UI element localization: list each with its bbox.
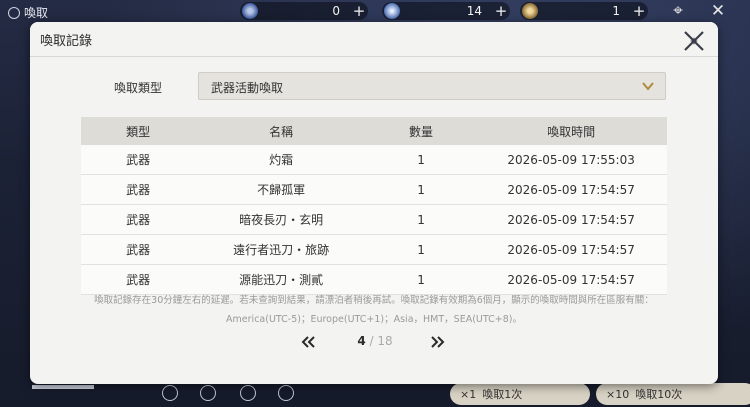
pagination: 4 / 18: [300, 332, 450, 352]
shop-icon[interactable]: [162, 385, 178, 401]
cell-time: 2026-05-09 17:55:03: [475, 145, 667, 175]
chevron-down-icon: [642, 82, 654, 91]
target-icon[interactable]: ⌖: [668, 1, 688, 21]
next-page-icon[interactable]: [430, 334, 446, 350]
resource-star[interactable]: 14 +: [382, 2, 510, 20]
total-pages: 18: [377, 334, 393, 348]
pull-type-select[interactable]: 武器活動喚取: [198, 72, 666, 100]
table-row: 武器 灼霜 1 2026-05-09 17:55:03: [81, 145, 667, 175]
history-icon[interactable]: [278, 385, 294, 401]
previous-page-icon[interactable]: [300, 334, 316, 350]
cell-time: 2026-05-09 17:54:57: [475, 234, 667, 265]
timezone-notice: America(UTC-5)；Europe(UTC+1)；Asia，HMT，SE…: [226, 314, 522, 325]
resource-feather[interactable]: 1 +: [520, 2, 648, 20]
cell-name: 不歸孤軍: [195, 174, 367, 205]
info-icon[interactable]: [240, 385, 256, 401]
feather-ticket-icon: [522, 3, 538, 19]
page-separator: /: [369, 334, 374, 348]
modal-title: 喚取記錄: [40, 34, 93, 49]
exit-icon[interactable]: ✕: [708, 1, 728, 21]
cell-time: 2026-05-09 17:54:57: [475, 174, 667, 205]
column-header-type: 類型: [81, 117, 196, 145]
details-icon[interactable]: [200, 385, 216, 401]
pull-ten-count: ×10: [606, 387, 630, 401]
table-row: 武器 源能迅刀・測貳 1 2026-05-09 17:54:57: [81, 264, 667, 295]
resource-orb[interactable]: 0 +: [240, 2, 368, 20]
history-modal: 喚取記錄 喚取類型 武器活動喚取 類型 名稱 數量 喚取時間 武器 灼霜 1 2…: [30, 22, 718, 384]
cell-name: 遠行者迅刀・旅跡: [195, 234, 367, 265]
delay-notice: 喚取記錄存在30分鐘左右的延遲。若未查詢到結果，請漂泊者稍後再試。喚取記錄有效期…: [94, 295, 654, 306]
pull-once-count: ×1: [460, 387, 477, 401]
cell-type: 武器: [81, 174, 196, 205]
banner-thumbnail[interactable]: [32, 385, 94, 389]
screen-title: 喚取: [8, 4, 48, 21]
resource-orb-value: 0: [332, 4, 340, 18]
resource-star-value: 14: [466, 4, 482, 18]
pull-type-value: 武器活動喚取: [211, 81, 284, 95]
column-header-name: 名稱: [195, 117, 367, 145]
add-star-button[interactable]: +: [492, 2, 510, 20]
cell-name: 源能迅刀・測貳: [195, 264, 367, 295]
cell-quantity: 1: [366, 204, 476, 235]
pull-ten-label: 喚取10次: [635, 388, 683, 401]
filter-label: 喚取類型: [114, 81, 163, 95]
table-row: 武器 不歸孤軍 1 2026-05-09 17:54:57: [81, 174, 667, 205]
close-icon[interactable]: [682, 29, 706, 53]
cell-type: 武器: [81, 234, 196, 265]
cell-name: 暗夜長刃・玄明: [195, 204, 367, 235]
star-ticket-icon: [384, 3, 400, 19]
pull-once-button[interactable]: ×1 喚取1次: [450, 383, 590, 405]
cell-quantity: 1: [366, 174, 476, 205]
column-header-quantity: 數量: [366, 117, 476, 145]
page-indicator: 4 / 18: [340, 334, 410, 348]
add-orb-button[interactable]: +: [350, 2, 368, 20]
pull-ten-button[interactable]: ×10 喚取10次: [596, 383, 750, 405]
table-row: 武器 遠行者迅刀・旅跡 1 2026-05-09 17:54:57: [81, 234, 667, 265]
cell-quantity: 1: [366, 145, 476, 175]
cell-time: 2026-05-09 17:54:57: [475, 204, 667, 235]
pull-once-label: 喚取1次: [482, 388, 523, 401]
orb-currency-icon: [242, 3, 258, 19]
cell-quantity: 1: [366, 264, 476, 295]
table-header-row: 類型 名稱 數量 喚取時間: [81, 117, 667, 145]
screen-title-label: 喚取: [24, 6, 49, 20]
current-page: 4: [357, 334, 366, 348]
column-header-time: 喚取時間: [475, 117, 667, 145]
cell-type: 武器: [81, 204, 196, 235]
resource-feather-value: 1: [612, 4, 620, 18]
table-row: 武器 暗夜長刃・玄明 1 2026-05-09 17:54:57: [81, 204, 667, 235]
add-feather-button[interactable]: +: [630, 2, 648, 20]
convene-icon: [8, 6, 20, 19]
history-table: 類型 名稱 數量 喚取時間 武器 灼霜 1 2026-05-09 17:55:0…: [81, 117, 667, 295]
cell-quantity: 1: [366, 234, 476, 265]
cell-type: 武器: [81, 145, 196, 175]
cell-time: 2026-05-09 17:54:57: [475, 264, 667, 295]
cell-type: 武器: [81, 264, 196, 295]
modal-header: 喚取記錄: [30, 22, 718, 57]
cell-name: 灼霜: [195, 145, 367, 175]
top-bar: 喚取 0 + 14 + 1 + ⌖ ✕: [0, 0, 750, 24]
